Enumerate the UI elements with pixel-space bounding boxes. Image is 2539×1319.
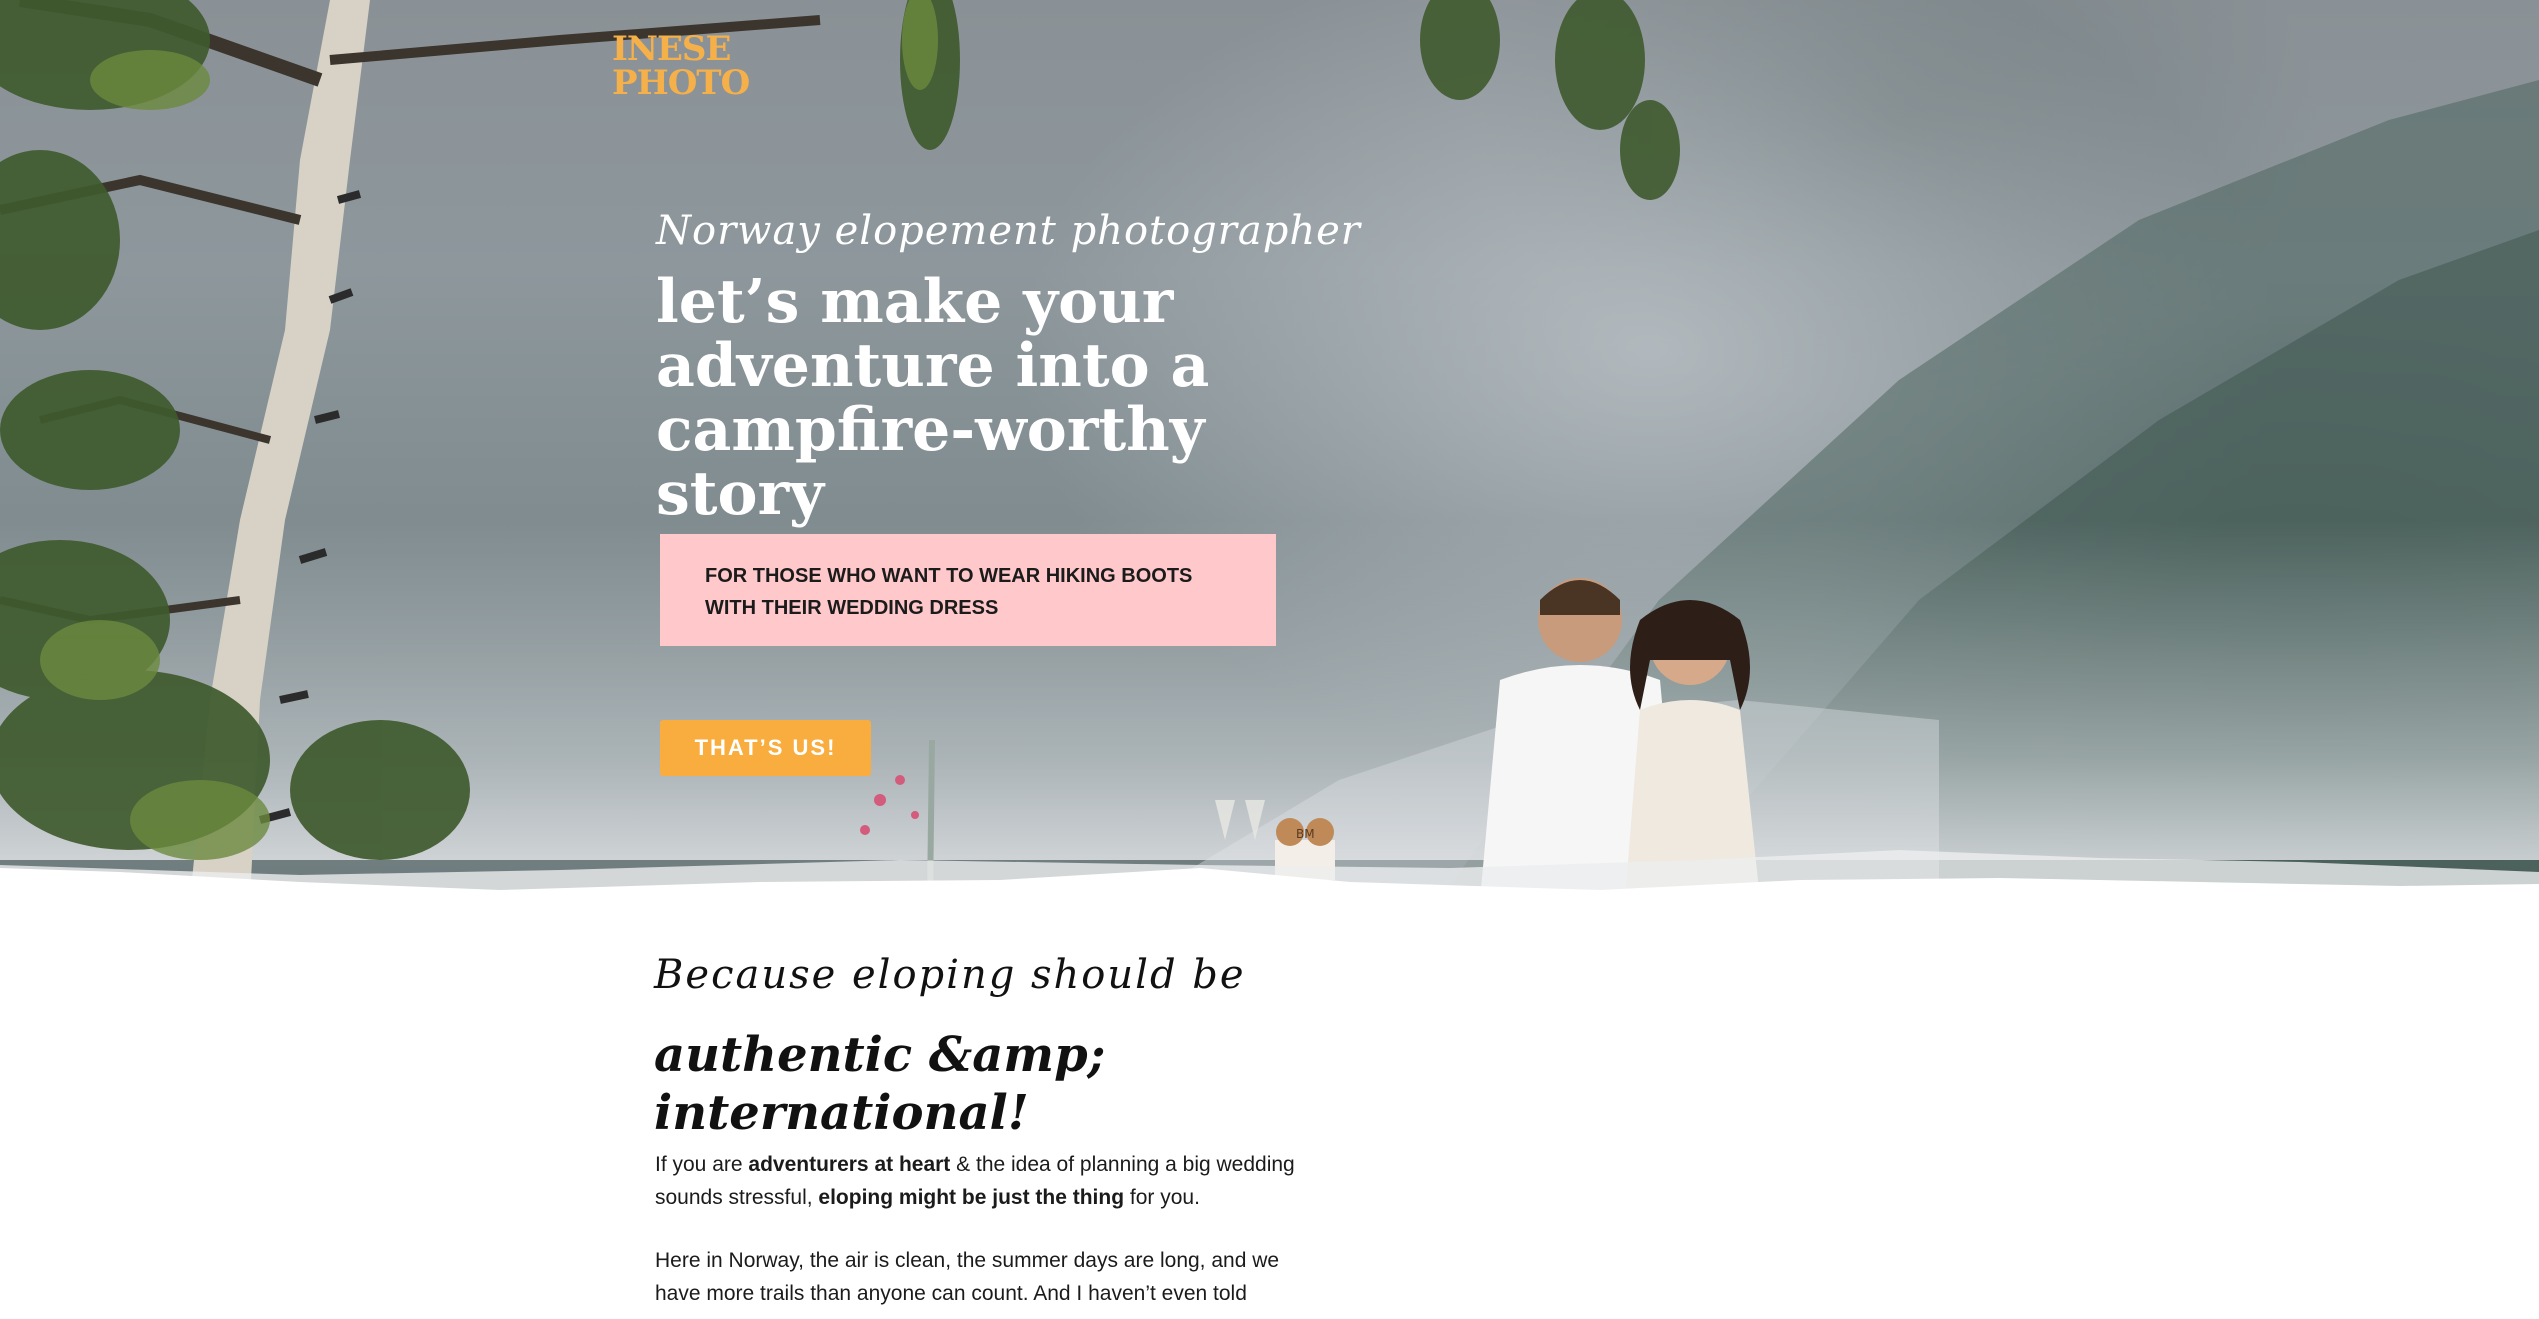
logo-line-1: INESE xyxy=(612,29,731,69)
p1-bold-2: eloping might be just the thing xyxy=(818,1186,1125,1209)
hero-title: let’s make your adventure into a campfir… xyxy=(656,267,1210,529)
intro-paragraph-1: If you are adventurers at heart & the id… xyxy=(655,1148,1315,1214)
page: BM INESE PHOTO Norway elopement photogra… xyxy=(0,0,2539,1319)
intro-script-heading: Because eloping should be xyxy=(654,952,1246,998)
thats-us-button[interactable]: THAT’S US! xyxy=(660,720,871,776)
logo-line-2: PHOTO xyxy=(612,63,750,103)
p1-text-3: for you. xyxy=(1124,1186,1200,1209)
torn-paper-divider xyxy=(0,850,2539,920)
hero-script-subtitle: Norway elopement photographer xyxy=(656,208,1361,254)
p1-bold-1: adventurers at heart xyxy=(748,1153,951,1176)
hero-callout-text: FOR THOSE WHO WANT TO WEAR HIKING BOOTS … xyxy=(705,565,1193,619)
hero-callout-box: FOR THOSE WHO WANT TO WEAR HIKING BOOTS … xyxy=(660,534,1276,646)
intro-paragraph-2: Here in Norway, the air is clean, the su… xyxy=(655,1249,1280,1305)
intro-title: authentic &amp; international! xyxy=(654,1027,1106,1141)
hero-section: BM INESE PHOTO Norway elopement photogra… xyxy=(0,0,2539,900)
hanging-branches-image xyxy=(1420,0,1680,200)
p1-text-1: If you are xyxy=(655,1153,749,1176)
logo[interactable]: INESE PHOTO xyxy=(612,32,772,100)
